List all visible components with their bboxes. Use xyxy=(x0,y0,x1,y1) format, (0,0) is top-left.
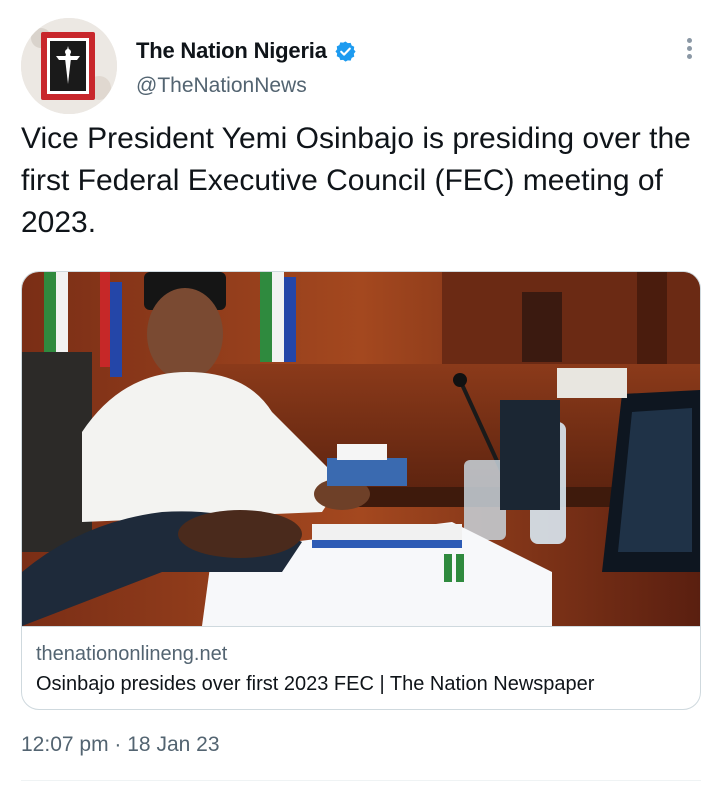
card-title[interactable]: Osinbajo presides over first 2023 FEC | … xyxy=(36,673,594,696)
tweet-header: The Nation Nigeria @TheNationNews xyxy=(21,18,701,114)
separator: · xyxy=(114,733,122,756)
avatar[interactable] xyxy=(21,18,117,114)
tweet-text: Vice President Yemi Osinbajo is presidin… xyxy=(21,122,691,239)
date[interactable]: 18 Jan 23 xyxy=(127,733,219,756)
card-domain: thenationonlineng.net xyxy=(36,643,228,665)
logo-icon xyxy=(21,18,117,114)
timestamp[interactable]: 12:07 pm · 18 Jan 23 xyxy=(21,733,220,757)
card-meta: thenationonlineng.net Osinbajo presides … xyxy=(22,626,700,709)
card-image[interactable] xyxy=(22,272,700,626)
name-row: The Nation Nigeria xyxy=(136,38,357,64)
more-vertical-icon[interactable] xyxy=(683,38,695,62)
display-name[interactable]: The Nation Nigeria xyxy=(136,38,327,64)
link-card[interactable]: thenationonlineng.net Osinbajo presides … xyxy=(21,271,701,710)
divider xyxy=(21,780,701,781)
handle[interactable]: @TheNationNews xyxy=(136,74,307,98)
verified-badge-icon xyxy=(334,40,357,63)
time[interactable]: 12:07 pm xyxy=(21,733,109,756)
